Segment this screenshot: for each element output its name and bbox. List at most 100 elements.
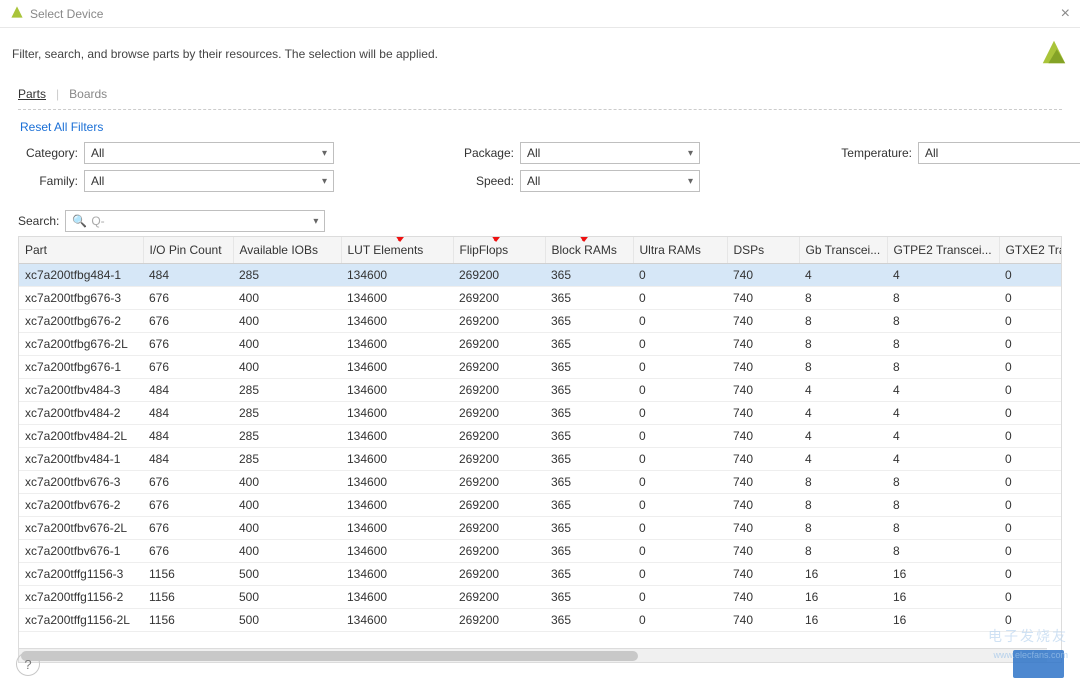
cell-gb: 8 <box>799 517 887 540</box>
arrow-annotation-icon <box>575 236 619 251</box>
table-row[interactable]: xc7a200tffg1156-311565001346002692003650… <box>19 563 1061 586</box>
cell-part: xc7a200tfbv676-3 <box>19 471 143 494</box>
search-placeholder: Q- <box>91 214 104 228</box>
column-header[interactable]: GTPE2 Transcei... <box>887 237 999 264</box>
cell-part: xc7a200tffg1156-3 <box>19 563 143 586</box>
cell-io: 676 <box>143 333 233 356</box>
cell-lut: 134600 <box>341 264 453 287</box>
table-row[interactable]: xc7a200tfbv484-3484285134600269200365074… <box>19 379 1061 402</box>
table-row[interactable]: xc7a200tfbg676-2676400134600269200365074… <box>19 310 1061 333</box>
cell-uram: 0 <box>633 333 727 356</box>
package-select[interactable]: All ▾ <box>520 142 700 164</box>
cell-gtxe2: 0 <box>999 448 1061 471</box>
help-button[interactable]: ? <box>16 652 40 676</box>
cell-io: 1156 <box>143 609 233 632</box>
instruction-text: Filter, search, and browse parts by thei… <box>12 47 438 61</box>
cell-gtxe2: 0 <box>999 517 1061 540</box>
cell-gb: 8 <box>799 540 887 563</box>
table-row[interactable]: xc7a200tfbv676-3676400134600269200365074… <box>19 471 1061 494</box>
cell-gb: 4 <box>799 425 887 448</box>
cell-gtpe2: 8 <box>887 517 999 540</box>
cell-ff: 269200 <box>453 471 545 494</box>
tab-boards[interactable]: Boards <box>69 87 107 101</box>
cell-gtxe2: 0 <box>999 287 1061 310</box>
cell-iob: 400 <box>233 540 341 563</box>
cell-lut: 134600 <box>341 287 453 310</box>
table-row[interactable]: xc7a200tfbv676-2676400134600269200365074… <box>19 494 1061 517</box>
cell-gtpe2: 4 <box>887 379 999 402</box>
cell-dsp: 740 <box>727 379 799 402</box>
cell-gb: 8 <box>799 494 887 517</box>
cell-dsp: 740 <box>727 563 799 586</box>
cell-dsp: 740 <box>727 356 799 379</box>
cell-dsp: 740 <box>727 448 799 471</box>
cell-gtpe2: 4 <box>887 402 999 425</box>
table-row[interactable]: xc7a200tfbg676-3676400134600269200365074… <box>19 287 1061 310</box>
tab-separator: | <box>56 87 59 101</box>
family-select[interactable]: All ▾ <box>84 170 334 192</box>
arrow-annotation-icon <box>487 236 531 251</box>
table-row[interactable]: xc7a200tffg1156-2L1156500134600269200365… <box>19 609 1061 632</box>
cell-bram: 365 <box>545 402 633 425</box>
cell-uram: 0 <box>633 448 727 471</box>
category-label: Category: <box>18 146 78 160</box>
cell-part: xc7a200tfbv676-2L <box>19 517 143 540</box>
cell-uram: 0 <box>633 310 727 333</box>
cell-bram: 365 <box>545 425 633 448</box>
cell-gb: 4 <box>799 448 887 471</box>
filters-row: Category: All ▾ Family: All ▾ Package: A… <box>18 142 1062 192</box>
cell-part: xc7a200tfbv484-2L <box>19 425 143 448</box>
cell-part: xc7a200tfbv484-1 <box>19 448 143 471</box>
table-row[interactable]: xc7a200tfbv484-1484285134600269200365074… <box>19 448 1061 471</box>
chevron-down-icon: ▾ <box>322 176 327 187</box>
table-row[interactable]: xc7a200tfbg676-2L67640013460026920036507… <box>19 333 1061 356</box>
tab-parts[interactable]: Parts <box>18 87 46 101</box>
column-header[interactable]: Part <box>19 237 143 264</box>
column-header[interactable]: Gb Transcei... <box>799 237 887 264</box>
cell-dsp: 740 <box>727 517 799 540</box>
table-row[interactable]: xc7a200tfbv676-2L67640013460026920036507… <box>19 517 1061 540</box>
cell-io: 676 <box>143 494 233 517</box>
cell-ff: 269200 <box>453 494 545 517</box>
column-header[interactable]: GTXE2 Tra <box>999 237 1061 264</box>
cell-lut: 134600 <box>341 586 453 609</box>
cell-gtxe2: 0 <box>999 402 1061 425</box>
cell-dsp: 740 <box>727 586 799 609</box>
cell-dsp: 740 <box>727 540 799 563</box>
table-row[interactable]: xc7a200tffg1156-211565001346002692003650… <box>19 586 1061 609</box>
column-header[interactable]: Available IOBs <box>233 237 341 264</box>
table-row[interactable]: xc7a200tfbg676-1676400134600269200365074… <box>19 356 1061 379</box>
table-row[interactable]: xc7a200tfbv676-1676400134600269200365074… <box>19 540 1061 563</box>
cell-dsp: 740 <box>727 287 799 310</box>
column-header[interactable]: Ultra RAMs <box>633 237 727 264</box>
cell-io: 676 <box>143 310 233 333</box>
window-title: Select Device <box>30 7 103 21</box>
category-select[interactable]: All ▾ <box>84 142 334 164</box>
cell-lut: 134600 <box>341 448 453 471</box>
cell-part: xc7a200tfbg676-3 <box>19 287 143 310</box>
temperature-select[interactable]: All ▾ <box>918 142 1080 164</box>
cell-lut: 134600 <box>341 333 453 356</box>
cell-gtpe2: 16 <box>887 563 999 586</box>
table-row[interactable]: xc7a200tfbg484-1484285134600269200365074… <box>19 264 1061 287</box>
cell-gtpe2: 8 <box>887 287 999 310</box>
subtitle-row: Filter, search, and browse parts by thei… <box>0 28 1080 83</box>
cell-bram: 365 <box>545 586 633 609</box>
cell-dsp: 740 <box>727 609 799 632</box>
column-header[interactable]: DSPs <box>727 237 799 264</box>
speed-select[interactable]: All ▾ <box>520 170 700 192</box>
cell-gtxe2: 0 <box>999 494 1061 517</box>
table-scroll[interactable]: PartI/O Pin CountAvailable IOBsLUT Eleme… <box>19 237 1061 662</box>
table-row[interactable]: xc7a200tfbv484-2L48428513460026920036507… <box>19 425 1061 448</box>
close-icon[interactable]: × <box>1061 5 1070 23</box>
cell-dsp: 740 <box>727 494 799 517</box>
column-header[interactable]: I/O Pin Count <box>143 237 233 264</box>
cell-part: xc7a200tfbg484-1 <box>19 264 143 287</box>
cell-lut: 134600 <box>341 540 453 563</box>
family-value: All <box>91 174 104 188</box>
package-value: All <box>527 146 540 160</box>
reset-filters-link[interactable]: Reset All Filters <box>18 116 1062 142</box>
search-input[interactable]: 🔍 Q- ▾ <box>65 210 325 232</box>
cell-lut: 134600 <box>341 494 453 517</box>
table-row[interactable]: xc7a200tfbv484-2484285134600269200365074… <box>19 402 1061 425</box>
